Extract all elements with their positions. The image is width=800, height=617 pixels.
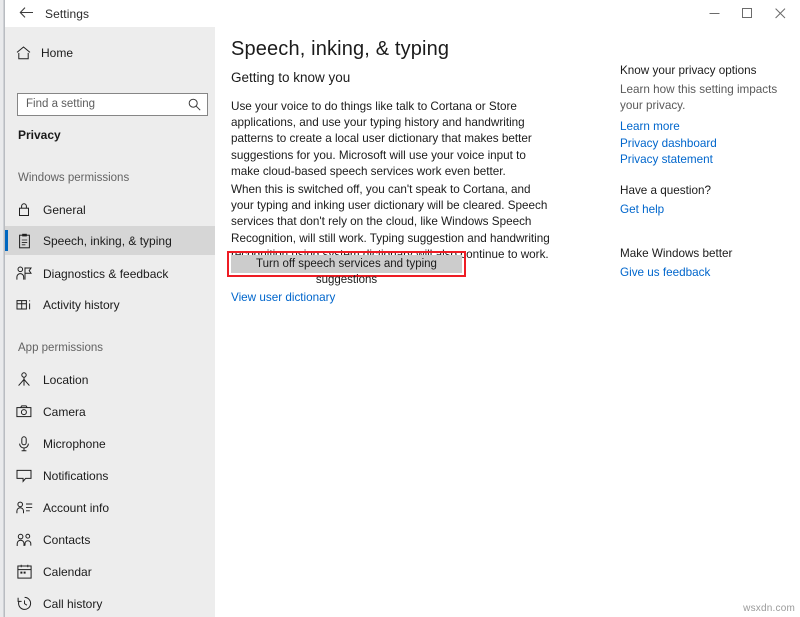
sidebar-item-activity-history[interactable]: Activity history bbox=[5, 290, 215, 319]
calendar-icon bbox=[5, 564, 43, 579]
sidebar-item-label: Call history bbox=[43, 597, 102, 611]
sidebar-item-calendar[interactable]: Calendar bbox=[5, 557, 215, 586]
sidebar-item-label: Account info bbox=[43, 501, 109, 515]
sidebar-item-speech-inking-typing[interactable]: Speech, inking, & typing bbox=[5, 226, 215, 255]
back-arrow-icon[interactable] bbox=[14, 3, 38, 25]
learn-more-link[interactable]: Learn more bbox=[620, 119, 792, 136]
main-content: Speech, inking, & typing Getting to know… bbox=[215, 27, 800, 617]
privacy-dashboard-link[interactable]: Privacy dashboard bbox=[620, 136, 792, 153]
settings-window: Settings Home bbox=[0, 0, 800, 617]
search-icon bbox=[181, 98, 207, 111]
home-icon bbox=[5, 46, 41, 60]
timeline-icon bbox=[5, 298, 43, 312]
sidebar-item-label: General bbox=[43, 203, 86, 217]
sidebar-item-microphone[interactable]: Microphone bbox=[5, 429, 215, 458]
aside-block-have-a-question: Have a question? Get help bbox=[620, 184, 792, 219]
sidebar-group-label-windows-permissions: Windows permissions bbox=[18, 172, 129, 184]
title-bar: Settings bbox=[5, 0, 800, 28]
sidebar-home-label: Home bbox=[41, 46, 73, 60]
window-title: Settings bbox=[45, 4, 89, 24]
sidebar-item-label: Speech, inking, & typing bbox=[43, 234, 172, 248]
sidebar-item-label: Activity history bbox=[43, 298, 120, 312]
sidebar-item-label: Camera bbox=[43, 405, 86, 419]
aside-title: Make Windows better bbox=[620, 247, 792, 260]
sidebar: Home Privacy Windows permissions Gene bbox=[5, 27, 215, 617]
sidebar-item-general[interactable]: General bbox=[5, 195, 215, 224]
maximize-icon[interactable] bbox=[731, 0, 764, 27]
sidebar-item-camera[interactable]: Camera bbox=[5, 397, 215, 426]
camera-icon bbox=[5, 405, 43, 418]
aside-block-make-windows-better: Make Windows better Give us feedback bbox=[620, 247, 792, 282]
sidebar-item-diagnostics-feedback[interactable]: Diagnostics & feedback bbox=[5, 259, 215, 288]
section-heading: Getting to know you bbox=[231, 70, 350, 85]
sidebar-item-call-history[interactable]: Call history bbox=[5, 589, 215, 617]
clipboard-icon bbox=[5, 233, 43, 249]
close-icon[interactable] bbox=[764, 0, 797, 27]
aside-title: Have a question? bbox=[620, 184, 792, 197]
sidebar-item-location[interactable]: Location bbox=[5, 365, 215, 394]
sidebar-section-title: Privacy bbox=[18, 128, 61, 142]
sidebar-item-label: Contacts bbox=[43, 533, 90, 547]
sidebar-item-label: Calendar bbox=[43, 565, 92, 579]
contacts-icon bbox=[5, 533, 43, 547]
lock-icon bbox=[5, 202, 43, 217]
give-us-feedback-link[interactable]: Give us feedback bbox=[620, 265, 792, 282]
search-input[interactable] bbox=[18, 95, 181, 114]
window-controls bbox=[698, 0, 797, 27]
aside-title: Know your privacy options bbox=[620, 64, 792, 77]
get-help-link[interactable]: Get help bbox=[620, 202, 792, 219]
privacy-statement-link[interactable]: Privacy statement bbox=[620, 152, 792, 169]
sidebar-item-account-info[interactable]: Account info bbox=[5, 493, 215, 522]
window-edge-inner bbox=[0, 0, 3, 617]
sidebar-item-notifications[interactable]: Notifications bbox=[5, 461, 215, 490]
notification-icon bbox=[5, 469, 43, 483]
sidebar-item-home[interactable]: Home bbox=[5, 38, 215, 68]
sidebar-item-label: Notifications bbox=[43, 469, 108, 483]
aside-description: Learn how this setting impacts your priv… bbox=[620, 82, 792, 114]
turn-off-speech-services-button[interactable]: Turn off speech services and typing sugg… bbox=[231, 255, 462, 273]
view-user-dictionary-link[interactable]: View user dictionary bbox=[231, 291, 335, 304]
location-pin-icon bbox=[5, 372, 43, 387]
search-box[interactable] bbox=[17, 93, 208, 116]
feedback-person-icon bbox=[5, 266, 43, 281]
page-title: Speech, inking, & typing bbox=[231, 38, 449, 61]
sidebar-item-label: Location bbox=[43, 373, 88, 387]
call-history-icon bbox=[5, 596, 43, 611]
sidebar-item-label: Diagnostics & feedback bbox=[43, 267, 168, 281]
sidebar-group-label-app-permissions: App permissions bbox=[18, 342, 103, 354]
watermark: wsxdn.com bbox=[743, 603, 795, 614]
sidebar-item-label: Microphone bbox=[43, 437, 106, 451]
aside-block-privacy-options: Know your privacy options Learn how this… bbox=[620, 64, 792, 169]
minimize-icon[interactable] bbox=[698, 0, 731, 27]
microphone-icon bbox=[5, 436, 43, 452]
account-info-icon bbox=[5, 501, 43, 514]
description-paragraph-1: Use your voice to do things like talk to… bbox=[231, 99, 556, 180]
sidebar-item-contacts[interactable]: Contacts bbox=[5, 525, 215, 554]
